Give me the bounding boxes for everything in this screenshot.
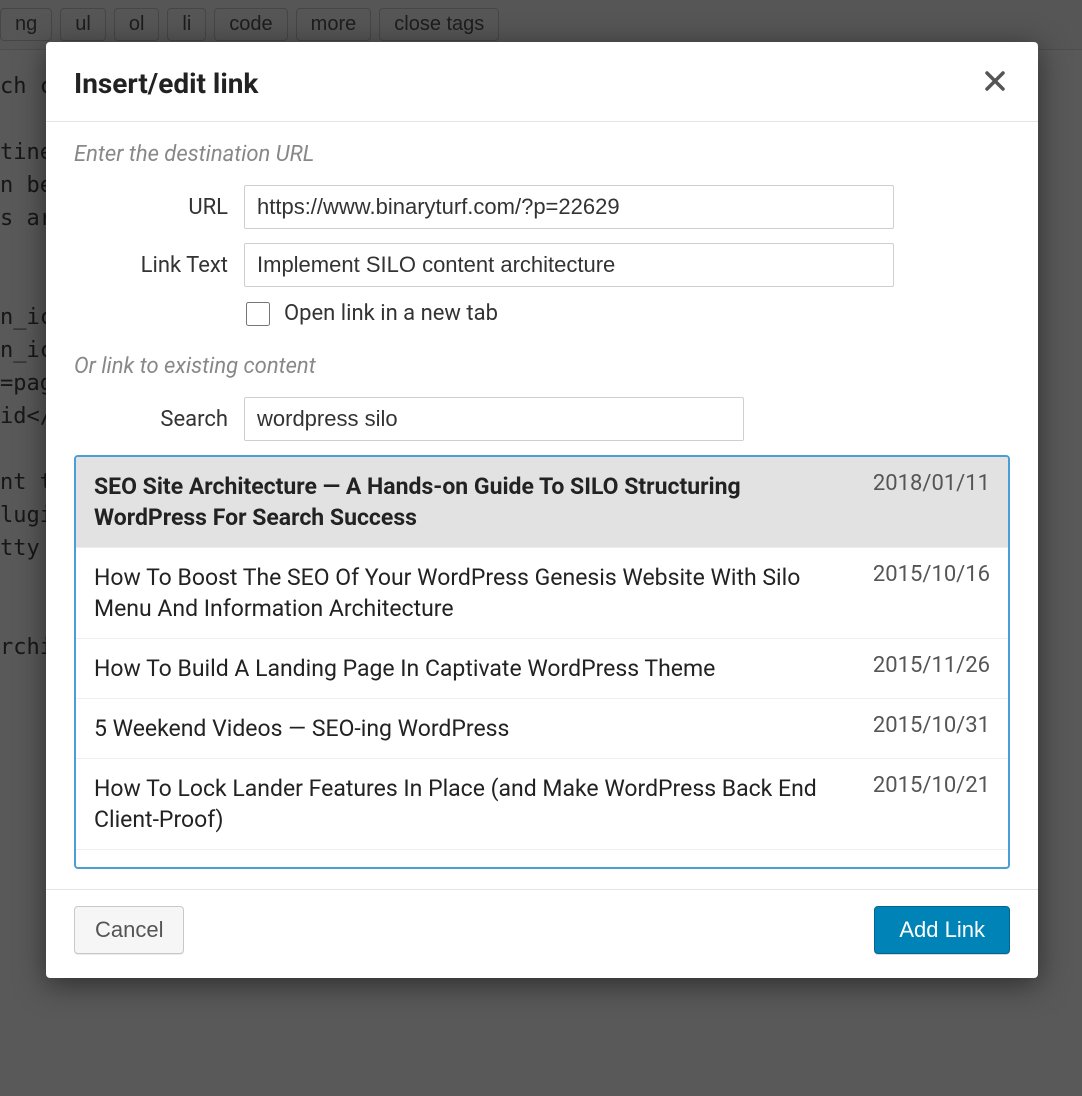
destination-url-heading: Enter the destination URL: [74, 142, 1010, 167]
search-input[interactable]: [244, 397, 744, 441]
search-results: SEO Site Architecture — A Hands-on Guide…: [74, 455, 1010, 869]
linktext-label: Link Text: [74, 253, 244, 278]
close-icon[interactable]: [980, 64, 1010, 103]
result-item[interactable]: How To Boost The SEO Of Your WordPress G…: [76, 548, 1008, 639]
newtab-row: Open link in a new tab: [74, 301, 1010, 326]
result-date: 2018/01/11: [873, 471, 990, 496]
url-input[interactable]: [244, 185, 894, 229]
result-title: 5 Weekend Videos — SEO-ing WordPress: [94, 713, 873, 744]
modal-title: Insert/edit link: [74, 67, 258, 100]
result-date: 2015/10/06: [873, 864, 990, 869]
cancel-button[interactable]: Cancel: [74, 906, 184, 954]
modal-body: Enter the destination URL URL Link Text …: [46, 122, 1038, 869]
add-link-button[interactable]: Add Link: [874, 906, 1010, 954]
result-item[interactable]: 5 Weekend Videos — SEO-ing WordPress2015…: [76, 699, 1008, 759]
result-date: 2015/10/21: [873, 773, 990, 798]
newtab-label: Open link in a new tab: [284, 301, 498, 326]
existing-content-heading: Or link to existing content: [74, 354, 1010, 379]
result-date: 2015/11/26: [873, 653, 990, 678]
result-date: 2015/10/31: [873, 713, 990, 738]
search-label: Search: [74, 407, 244, 432]
url-label: URL: [74, 195, 244, 220]
linktext-input[interactable]: [244, 243, 894, 287]
url-row: URL: [74, 185, 1010, 229]
result-title: SEO Site Architecture — A Hands-on Guide…: [94, 471, 873, 533]
result-item[interactable]: How To Lock Lander Features In Place (an…: [76, 759, 1008, 850]
result-title: How To Lock Lander Features In Place (an…: [94, 773, 873, 835]
result-title: How To Build A Landing Page In Captivate…: [94, 653, 873, 684]
linktext-row: Link Text: [74, 243, 1010, 287]
result-item[interactable]: Announcing Xposure WordPress Genesis The…: [76, 850, 1008, 869]
result-title: Announcing Xposure WordPress Genesis The…: [94, 864, 873, 869]
insert-link-modal: Insert/edit link Enter the destination U…: [46, 42, 1038, 978]
result-date: 2015/10/16: [873, 562, 990, 587]
result-item[interactable]: How To Build A Landing Page In Captivate…: [76, 639, 1008, 699]
result-item[interactable]: SEO Site Architecture — A Hands-on Guide…: [76, 457, 1008, 548]
modal-footer: Cancel Add Link: [46, 889, 1038, 978]
modal-header: Insert/edit link: [46, 42, 1038, 122]
newtab-checkbox[interactable]: [246, 302, 270, 326]
search-row: Search: [74, 397, 1010, 441]
result-title: How To Boost The SEO Of Your WordPress G…: [94, 562, 873, 624]
